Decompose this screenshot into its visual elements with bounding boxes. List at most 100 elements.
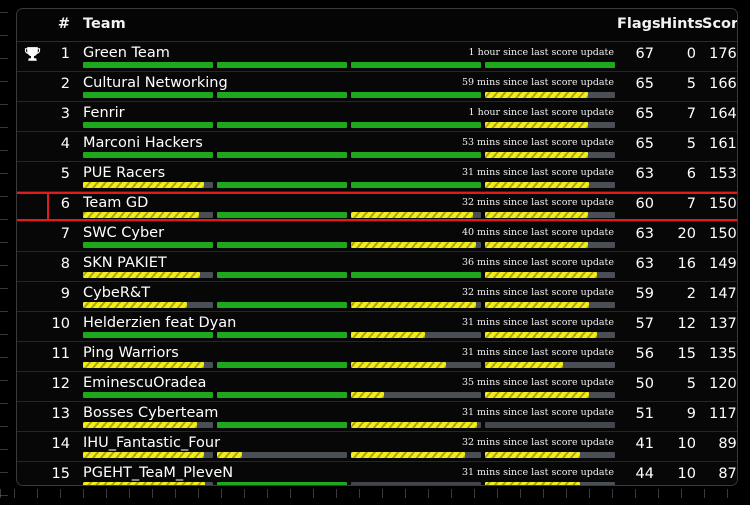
progress-bar-fill: [83, 482, 206, 485]
progress-bar-2: [217, 62, 347, 68]
rank-badge-cell: [17, 431, 47, 462]
team-cell: SWC Cyber 40 mins since last score update: [77, 221, 617, 252]
progress-bar-group: [83, 452, 615, 458]
table-row[interactable]: 13 Bosses Cyberteam 31 mins since last sco…: [17, 401, 737, 432]
team-name[interactable]: PGEHT_TeaM_PleveN: [83, 462, 233, 482]
progress-bar-1: [83, 122, 213, 128]
progress-bar-2: [217, 452, 347, 458]
rank-number: 1: [47, 41, 77, 72]
header-flags[interactable]: Flags: [617, 9, 661, 42]
table-row[interactable]: 5 PUE Racers 31 mins since last score upda…: [17, 161, 737, 192]
team-name[interactable]: Green Team: [83, 42, 170, 62]
table-row[interactable]: 6 Team GD 32 mins since last score update 6…: [17, 191, 737, 222]
table-row[interactable]: 7 SWC Cyber 40 mins since last score updat…: [17, 221, 737, 252]
flags-value: 65: [617, 71, 660, 102]
header-team[interactable]: Team: [77, 9, 617, 42]
team-name[interactable]: CybeR&T: [83, 282, 150, 302]
table-row[interactable]: 15 PGEHT_TeaM_PleveN 31 mins since last sc…: [17, 461, 737, 485]
progress-bar-1: [83, 62, 213, 68]
progress-bar-group: [83, 152, 615, 158]
table-row[interactable]: 12 EminescuOradea 35 mins since last score…: [17, 371, 737, 402]
progress-bar-fill: [83, 392, 213, 398]
last-update-note: 1 hour since last score update: [468, 107, 614, 118]
progress-bar-fill: [217, 152, 347, 158]
score-value: 1356: [702, 341, 737, 372]
progress-bar-fill: [83, 302, 187, 308]
hints-value: 6: [660, 161, 702, 192]
header-score[interactable]: Score: [702, 9, 737, 42]
progress-bar-1: [83, 482, 213, 485]
team-name[interactable]: SKN PAKIET: [83, 252, 167, 272]
progress-bar-fill: [485, 272, 597, 278]
hints-value: 5: [660, 131, 702, 162]
flags-value: 50: [617, 371, 660, 402]
team-name[interactable]: Helderzien feat Dyan: [83, 312, 236, 332]
progress-bar-group: [83, 362, 615, 368]
team-name[interactable]: EminescuOradea: [83, 372, 206, 392]
header-hints[interactable]: Hints: [660, 9, 703, 42]
progress-bar-group: [83, 332, 615, 338]
last-update-note: 32 mins since last score update: [461, 437, 614, 448]
team-name[interactable]: Bosses Cyberteam: [83, 402, 218, 422]
team-name[interactable]: PUE Racers: [83, 162, 165, 182]
hints-value: 10: [660, 431, 702, 462]
table-row[interactable]: 11 Ping Warriors 31 mins since last score …: [17, 341, 737, 372]
table-row[interactable]: 14 IHU_Fantastic_Four 32 mins since last s…: [17, 431, 737, 462]
progress-bar-fill: [83, 362, 204, 368]
progress-bar-1: [83, 332, 213, 338]
progress-bar-2: [217, 332, 347, 338]
flags-value: 65: [617, 131, 660, 162]
score-value: 1504: [702, 191, 737, 222]
progress-bar-4: [485, 272, 615, 278]
progress-bar-fill: [83, 272, 200, 278]
progress-bar-fill: [485, 332, 597, 338]
team-cell: Team GD 32 mins since last score update: [77, 191, 617, 222]
hints-value: 16: [660, 251, 702, 282]
progress-bar-group: [83, 302, 615, 308]
team-cell: SKN PAKIET 36 mins since last score updat…: [77, 251, 617, 282]
table-row[interactable]: 10 Helderzien feat Dyan 31 mins since last…: [17, 311, 737, 342]
table-row[interactable]: 2 Cultural Networking 59 mins since last s…: [17, 71, 737, 102]
progress-bar-group: [83, 482, 615, 485]
progress-bar-fill: [83, 152, 213, 158]
progress-bar-3: [351, 242, 481, 248]
last-update-note: 31 mins since last score update: [461, 347, 614, 358]
rank-badge-cell: [17, 161, 47, 192]
table-row[interactable]: 1 Green Team 1 hour since last score updat…: [17, 41, 737, 72]
progress-bar-fill: [351, 62, 481, 68]
team-cell: Marconi Hackers 53 mins since last score …: [77, 131, 617, 162]
score-value: 1498: [702, 251, 737, 282]
flags-value: 60: [617, 191, 660, 222]
table-row[interactable]: 8 SKN PAKIET 36 mins since last score upda…: [17, 251, 737, 282]
score-value: 1534: [702, 161, 737, 192]
table-row[interactable]: 3 Fenrir 1 hour since last score update 65 7…: [17, 101, 737, 132]
last-update-note: 31 mins since last score update: [461, 407, 614, 418]
progress-bar-fill: [217, 332, 347, 338]
header-rank[interactable]: #: [47, 9, 77, 42]
progress-bar-1: [83, 272, 213, 278]
table-row[interactable]: 9 CybeR&T 32 mins since last score update 5…: [17, 281, 737, 312]
progress-bar-4: [485, 392, 615, 398]
rank-number: 5: [47, 161, 77, 192]
progress-bar-4: [485, 212, 615, 218]
progress-bar-1: [83, 152, 213, 158]
team-name[interactable]: Cultural Networking: [83, 72, 228, 92]
table-row[interactable]: 4 Marconi Hackers 53 mins since last score…: [17, 131, 737, 162]
team-name[interactable]: Ping Warriors: [83, 342, 179, 362]
progress-bar-3: [351, 392, 481, 398]
team-name[interactable]: Fenrir: [83, 102, 125, 122]
team-name[interactable]: Team GD: [83, 192, 148, 212]
team-cell: EminescuOradea 35 mins since last score u…: [77, 371, 617, 402]
team-name[interactable]: SWC Cyber: [83, 222, 164, 242]
team-name[interactable]: Marconi Hackers: [83, 132, 203, 152]
hints-value: 5: [660, 371, 702, 402]
rank-number: 6: [47, 191, 77, 222]
score-value: 1616: [702, 131, 737, 162]
team-name[interactable]: IHU_Fantastic_Four: [83, 432, 220, 452]
flags-value: 59: [617, 281, 660, 312]
progress-bar-fill: [485, 452, 580, 458]
progress-bar-4: [485, 242, 615, 248]
progress-bar-fill: [485, 62, 615, 68]
progress-bar-3: [351, 182, 481, 188]
progress-bar-group: [83, 212, 615, 218]
